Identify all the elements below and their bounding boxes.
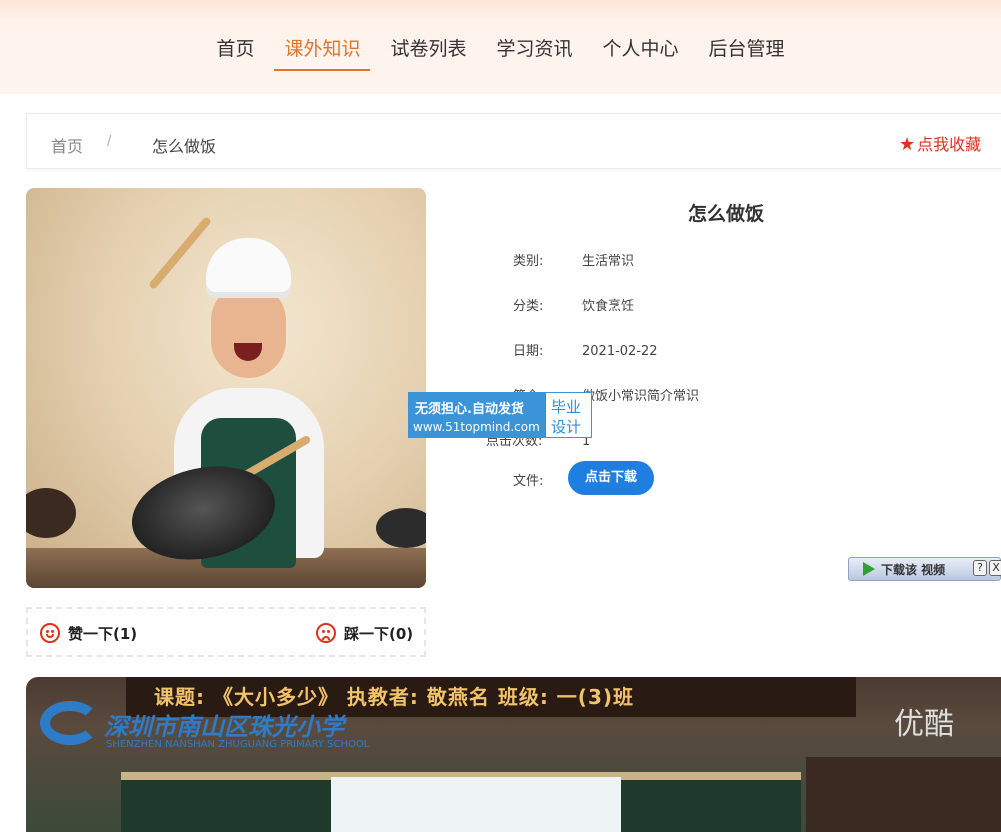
watermark-tag-2: 设计 — [551, 418, 582, 436]
watermark-url: www.51topmind.com — [413, 420, 540, 434]
nav-item-profile[interactable]: 个人中心 — [593, 30, 689, 71]
video-player[interactable]: 课题: 《大小多少》 执教者: 敬燕名 班级: 一(3)班 深圳市南山区珠光小学… — [26, 677, 1001, 832]
vote-box: 赞一下(1) 踩一下(0) — [26, 607, 426, 657]
info-value: 生活常识 — [582, 254, 635, 269]
video-brand-watermark: 优酷 — [894, 707, 954, 742]
help-button[interactable]: ? — [973, 560, 987, 576]
frown-icon — [316, 623, 336, 643]
like-button[interactable]: 赞一下(1) — [40, 623, 137, 644]
article-title: 怎么做饭 — [687, 203, 764, 225]
watermark-tag-1: 毕业 — [551, 398, 582, 416]
info-row-type: 分类: 饮食烹饪 — [513, 295, 634, 314]
favorite-label: 点我收藏 — [917, 135, 982, 154]
dislike-label: 踩一下(0) — [344, 625, 414, 643]
like-label: 赞一下(1) — [68, 625, 138, 643]
info-row-category: 类别: 生活常识 — [513, 250, 634, 269]
smile-icon — [40, 623, 60, 643]
close-button[interactable]: X — [989, 560, 1001, 576]
nav-item-admin[interactable]: 后台管理 — [699, 30, 795, 71]
info-value: 做饭小常识简介常识 — [582, 389, 700, 404]
video-download-toolbar: 下载该 视频 ? X — [848, 557, 1001, 581]
info-value: 饮食烹饪 — [582, 299, 635, 314]
article-image — [26, 188, 426, 588]
watermark-text: 无须担心.自动发货 — [415, 402, 524, 417]
favorite-button[interactable]: ★ 点我收藏 — [899, 131, 981, 155]
dislike-button[interactable]: 踩一下(0) — [316, 623, 413, 644]
top-nav: 首页 课外知识 试卷列表 学习资讯 个人中心 后台管理 — [0, 0, 1001, 94]
info-value: 2021-02-22 — [582, 344, 658, 359]
projector-screen — [331, 777, 621, 832]
info-label: 日期: — [513, 344, 544, 359]
breadcrumb: 首页 / 怎么做饭 ★ 点我收藏 — [26, 113, 1001, 169]
breadcrumb-current: 怎么做饭 — [152, 137, 217, 156]
video-banner-text: 课题: 《大小多少》 执教者: 敬燕名 班级: 一(3)班 — [154, 685, 635, 709]
play-icon[interactable] — [863, 562, 875, 576]
nav-item-home[interactable]: 首页 — [206, 30, 264, 71]
download-button[interactable]: 点击下载 — [568, 461, 654, 495]
school-logo-icon — [40, 701, 100, 745]
info-label: 分类: — [513, 299, 544, 314]
info-label: 类别: — [513, 254, 544, 269]
school-name: 深圳市南山区珠光小学 — [104, 713, 344, 741]
nav-item-knowledge[interactable]: 课外知识 — [274, 30, 371, 71]
nav-menu: 首页 课外知识 试卷列表 学习资讯 个人中心 后台管理 — [0, 30, 1001, 71]
breadcrumb-separator: / — [107, 134, 112, 149]
nav-item-exam-list[interactable]: 试卷列表 — [380, 30, 476, 71]
school-name-en: SHENZHEN NANSHAN ZHUGUANG PRIMARY SCHOOL — [106, 739, 370, 750]
nav-item-news[interactable]: 学习资讯 — [487, 30, 583, 71]
info-row-date: 日期: 2021-02-22 — [513, 340, 658, 359]
breadcrumb-home-link[interactable]: 首页 — [51, 133, 83, 157]
video-download-button[interactable]: 下载该 视频 — [881, 561, 945, 578]
classroom-wall — [806, 757, 1001, 832]
star-icon: ★ — [899, 134, 916, 155]
watermark-badge: 无须担心.自动发货 www.51topmind.com 毕业 设计 — [408, 392, 592, 438]
